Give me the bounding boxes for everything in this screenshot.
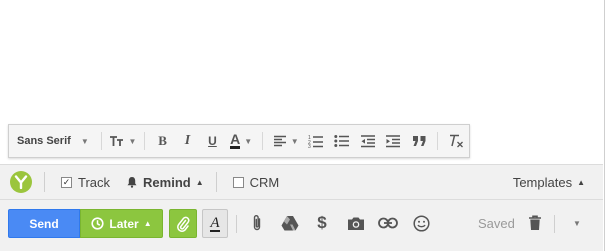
send-label: Send bbox=[29, 216, 59, 231]
text-color-button[interactable]: A ▼ bbox=[225, 128, 258, 154]
toolbar-divider bbox=[236, 215, 237, 233]
remind-label: Remind bbox=[143, 174, 191, 190]
indent-less-button[interactable] bbox=[355, 128, 381, 154]
quote-icon bbox=[412, 136, 426, 146]
chevron-down-icon: ▼ bbox=[290, 136, 299, 146]
track-checkbox[interactable]: ✓ bbox=[61, 176, 72, 188]
toolbar-divider bbox=[44, 172, 45, 192]
toolbar-divider bbox=[100, 132, 102, 150]
link-icon bbox=[378, 217, 398, 229]
toolbar-divider bbox=[437, 132, 439, 150]
crm-toggle[interactable]: CRM bbox=[232, 174, 280, 190]
compose-action-bar: Send Later ▲ A $ Saved ▼ bbox=[0, 200, 603, 251]
yesware-logo[interactable] bbox=[10, 171, 32, 193]
later-label: Later bbox=[109, 216, 139, 231]
align-button[interactable]: ▼ bbox=[268, 128, 302, 154]
align-icon bbox=[273, 135, 286, 147]
camera-icon bbox=[348, 217, 364, 230]
dollar-icon: $ bbox=[317, 213, 327, 232]
insert-drive-button[interactable] bbox=[278, 211, 302, 235]
paperclip-icon bbox=[177, 216, 190, 232]
indent-more-button[interactable] bbox=[380, 128, 406, 154]
chevron-up-icon: ▲ bbox=[577, 177, 585, 187]
more-options-button[interactable]: ▼ bbox=[573, 219, 581, 228]
drive-icon bbox=[281, 216, 299, 231]
chevron-down-icon: ▼ bbox=[80, 136, 89, 146]
svg-text:3: 3 bbox=[308, 144, 311, 148]
numbered-list-icon: 1 2 3 bbox=[308, 135, 323, 148]
remove-formatting-button[interactable] bbox=[443, 128, 469, 154]
remove-formatting-icon bbox=[450, 134, 464, 148]
chevron-up-icon: ▲ bbox=[195, 177, 204, 187]
insert-photo-button[interactable] bbox=[344, 211, 368, 235]
toolbar-divider bbox=[215, 172, 217, 192]
yesware-attachment-button[interactable] bbox=[169, 209, 197, 238]
insert-emoji-button[interactable] bbox=[409, 211, 433, 235]
text-color-icon: A bbox=[230, 131, 241, 149]
emoji-icon bbox=[412, 214, 430, 232]
text-size-icon bbox=[110, 136, 124, 146]
chevron-down-icon: ▼ bbox=[244, 136, 253, 146]
send-later-button[interactable]: Later ▲ bbox=[80, 209, 163, 238]
send-button[interactable]: Send bbox=[8, 209, 80, 238]
formatting-toolbar: Sans Serif ▼ ▼ B I U A ▼ ▼ 1 2 3 bbox=[8, 124, 470, 158]
attach-files-button[interactable] bbox=[245, 211, 269, 235]
numbered-list-button[interactable]: 1 2 3 bbox=[303, 128, 329, 154]
paperclip-icon bbox=[253, 215, 261, 231]
formatting-options-toggle[interactable]: A bbox=[202, 209, 228, 238]
bulleted-list-icon bbox=[333, 135, 349, 147]
font-family-select[interactable]: Sans Serif ▼ bbox=[13, 128, 96, 154]
bell-icon bbox=[127, 177, 137, 188]
remind-dropdown[interactable]: Remind ▲ bbox=[126, 175, 204, 190]
font-family-label: Sans Serif bbox=[17, 135, 71, 147]
templates-label: Templates bbox=[512, 174, 573, 190]
draft-saved-status: Saved bbox=[478, 216, 515, 231]
formatting-toggle-glyph: A bbox=[210, 214, 220, 232]
discard-draft-button[interactable] bbox=[523, 211, 547, 235]
chevron-down-icon: ▼ bbox=[128, 136, 137, 146]
compose-window: Sans Serif ▼ ▼ B I U A ▼ ▼ 1 2 3 ✓ Track… bbox=[0, 0, 605, 251]
trash-icon bbox=[529, 215, 541, 230]
toolbar-divider bbox=[144, 132, 146, 150]
track-label: Track bbox=[78, 174, 111, 190]
underline-icon[interactable]: U bbox=[200, 128, 225, 154]
insert-money-button[interactable]: $ bbox=[310, 211, 334, 235]
italic-icon[interactable]: I bbox=[175, 128, 200, 154]
message-body[interactable] bbox=[0, 0, 603, 122]
clock-icon bbox=[91, 217, 104, 230]
crm-checkbox[interactable] bbox=[232, 176, 244, 188]
yesware-bar: ✓ Track Remind ▲ CRM Templates ▲ bbox=[0, 164, 603, 200]
toolbar-divider bbox=[554, 215, 555, 233]
toolbar-divider bbox=[262, 132, 264, 150]
indent-more-icon bbox=[386, 134, 401, 147]
track-toggle[interactable]: ✓ Track bbox=[61, 175, 110, 190]
bulleted-list-button[interactable] bbox=[329, 128, 355, 154]
yesware-y-icon bbox=[14, 175, 28, 189]
insert-link-button[interactable] bbox=[376, 211, 400, 235]
crm-label: CRM bbox=[249, 174, 280, 190]
indent-less-icon bbox=[360, 134, 375, 147]
text-size-button[interactable]: ▼ bbox=[107, 128, 140, 154]
bold-icon[interactable]: B bbox=[150, 128, 175, 154]
chevron-up-icon: ▲ bbox=[143, 219, 152, 228]
quote-button[interactable] bbox=[406, 128, 432, 154]
templates-dropdown[interactable]: Templates ▲ bbox=[513, 175, 585, 190]
